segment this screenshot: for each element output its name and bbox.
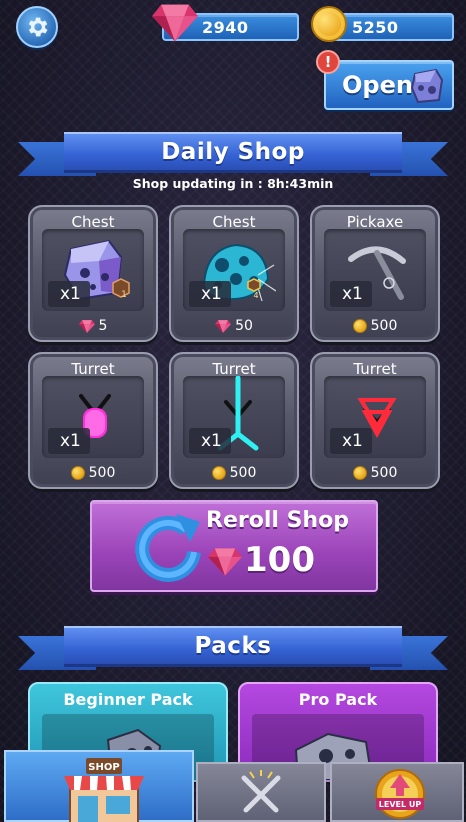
item-qty: x1 bbox=[189, 281, 231, 307]
nav-tab-level-up[interactable]: LEVEL UP bbox=[330, 762, 464, 822]
shop-timer: Shop updating in : 8h:43min bbox=[132, 176, 334, 191]
item-name: Chest bbox=[71, 213, 115, 231]
nav-tab-shop[interactable]: SHOP bbox=[4, 750, 194, 822]
shop-item-chest-purple[interactable]: Chest 1 x1 5 bbox=[28, 205, 158, 342]
item-qty: x1 bbox=[48, 428, 90, 454]
coin-icon bbox=[211, 466, 226, 480]
item-qty: x1 bbox=[330, 281, 372, 307]
coin-icon bbox=[70, 466, 85, 480]
reroll-cost: 100 bbox=[244, 540, 315, 580]
level-badge: 4 bbox=[253, 291, 259, 300]
shop-item-chest-blue[interactable]: Chest 4 x1 50 bbox=[169, 205, 299, 342]
daily-shop-banner: Daily Shop bbox=[0, 132, 466, 178]
gem-icon bbox=[208, 548, 242, 576]
level-badge: 1 bbox=[121, 290, 127, 300]
gem-icon bbox=[215, 320, 231, 333]
item-price: 500 bbox=[312, 465, 438, 481]
coin-icon bbox=[311, 6, 347, 42]
shop-icon: SHOP bbox=[64, 758, 144, 822]
pack-name: Pro Pack bbox=[298, 690, 378, 709]
reroll-shop-button[interactable]: Reroll Shop 100 bbox=[90, 500, 378, 592]
refresh-icon bbox=[135, 514, 201, 582]
gems-value: 2940 bbox=[202, 17, 249, 37]
coins-value: 5250 bbox=[352, 17, 399, 37]
open-label: Open bbox=[342, 71, 413, 99]
item-qty: x1 bbox=[189, 428, 231, 454]
reroll-label: Reroll Shop bbox=[206, 508, 349, 533]
coin-icon bbox=[352, 466, 367, 480]
item-qty: x1 bbox=[330, 428, 372, 454]
crossed-swords-icon bbox=[241, 770, 281, 813]
item-price: 500 bbox=[312, 318, 438, 334]
shop-item-turret-red[interactable]: Turret x1 500 bbox=[310, 352, 440, 489]
item-name: Turret bbox=[353, 360, 397, 378]
gear-icon bbox=[28, 17, 48, 37]
packs-title: Packs bbox=[64, 626, 402, 664]
level-up-icon: LEVEL UP bbox=[375, 769, 425, 819]
item-price: 500 bbox=[171, 465, 297, 481]
gem-icon bbox=[79, 320, 95, 333]
item-price: 500 bbox=[30, 465, 156, 481]
chest-icon bbox=[410, 68, 444, 104]
shop-item-turret-pink[interactable]: Turret x1 500 bbox=[28, 352, 158, 489]
item-qty: x1 bbox=[48, 281, 90, 307]
shop-item-turret-cyan[interactable]: Turret x1 500 bbox=[169, 352, 299, 489]
item-name: Chest bbox=[212, 213, 256, 231]
settings-button[interactable] bbox=[16, 6, 58, 48]
item-name: Pickaxe bbox=[346, 213, 404, 231]
shop-item-pickaxe[interactable]: Pickaxe x1 500 bbox=[310, 205, 440, 342]
item-name: Turret bbox=[71, 360, 115, 378]
coin-icon bbox=[352, 319, 367, 333]
daily-shop-title: Daily Shop bbox=[64, 132, 402, 170]
shop-sign: SHOP bbox=[88, 762, 119, 773]
item-price: 50 bbox=[171, 318, 297, 334]
level-up-label: LEVEL UP bbox=[379, 800, 422, 809]
pack-name: Beginner Pack bbox=[63, 690, 193, 709]
nav-tab-battle[interactable] bbox=[196, 762, 326, 822]
item-price: 5 bbox=[30, 318, 156, 334]
alert-badge: ! bbox=[316, 50, 340, 74]
packs-banner: Packs bbox=[0, 626, 466, 672]
gem-icon bbox=[152, 4, 198, 42]
open-chest-button[interactable]: Open bbox=[324, 60, 454, 110]
